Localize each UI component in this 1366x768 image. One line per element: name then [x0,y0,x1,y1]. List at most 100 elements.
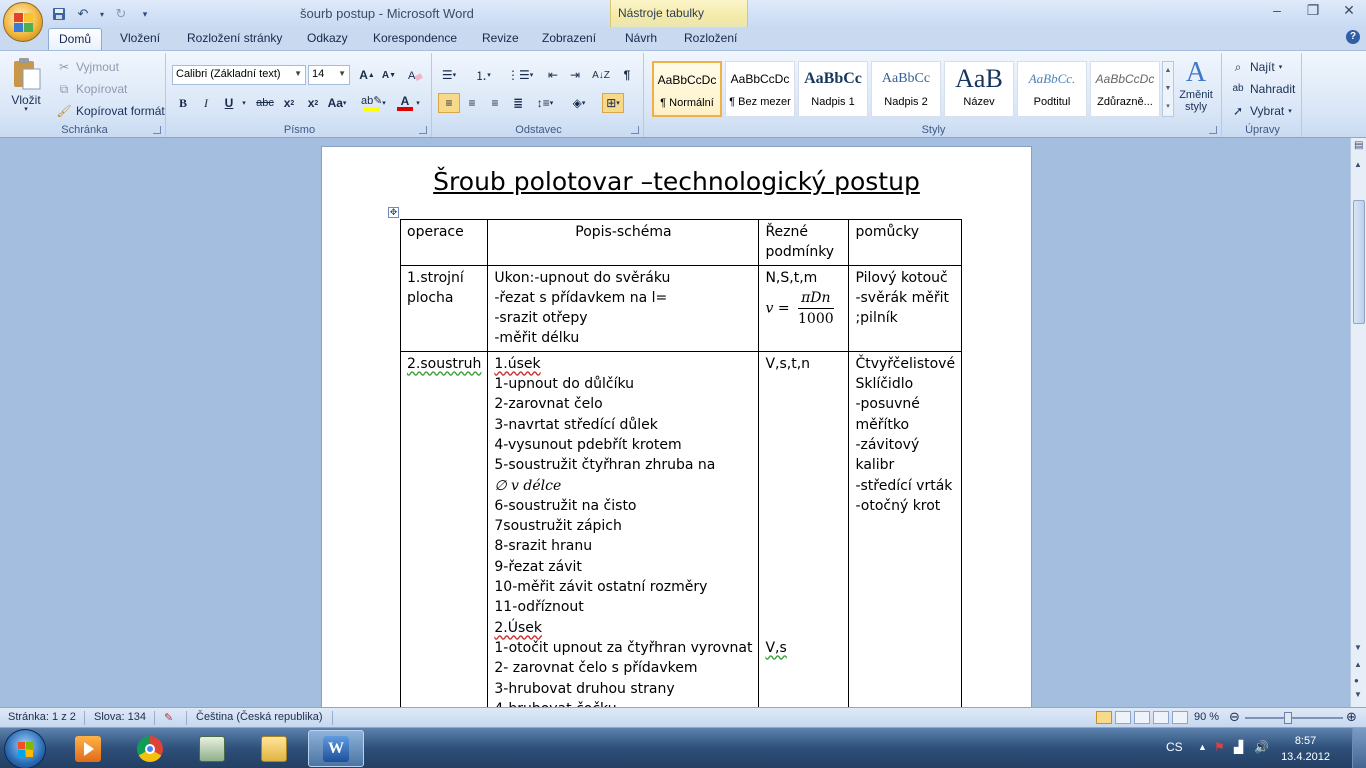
shrink-font-icon[interactable]: A ▼ [378,65,400,85]
tab-review[interactable]: Revize [482,31,519,45]
paragraph-launcher-icon[interactable] [631,126,639,134]
paste-button[interactable]: Vložit ▾ [10,57,42,113]
clock[interactable]: 8:57 13.4.2012 [1281,733,1330,765]
zoom-slider-thumb[interactable] [1284,712,1292,724]
format-painter-button[interactable]: 🖌 Kopírovat formát [56,103,164,119]
line-spacing-icon[interactable]: ↕≡ ▾ [534,93,556,113]
zoom-in-icon[interactable]: ⊕ [1346,709,1357,725]
show-hidden-icons-icon[interactable]: ▲ [1198,742,1207,752]
highlight-dropdown-icon[interactable]: ▾ [380,93,388,113]
undo-dropdown-icon[interactable]: ▾ [98,5,106,23]
header-cell-conditions[interactable]: Řezné podmínky [758,219,850,266]
page-count[interactable]: Stránka: 1 z 2 [8,711,76,723]
multilevel-list-icon[interactable]: ⋮☰ ▾ [506,65,534,85]
office-button[interactable] [3,2,43,42]
action-center-icon[interactable]: ⚑ [1214,740,1225,754]
style-normal[interactable]: AaBbCcDc ¶ Normální [652,61,722,117]
clipboard-launcher-icon[interactable] [153,126,161,134]
tab-references[interactable]: Odkazy [307,31,348,45]
underline-dropdown-icon[interactable]: ▾ [240,93,248,113]
styles-launcher-icon[interactable] [1209,126,1217,134]
ruler-toggle-icon[interactable]: ▤ [1354,140,1363,151]
row1-tools[interactable]: Pilový kotouč -svěrák měřit ;pilník [848,264,963,352]
increase-indent-icon[interactable]: ⇥ [564,65,586,85]
full-screen-reading-icon[interactable] [1115,711,1131,724]
copy-button[interactable]: ⧉ Kopírovat [56,81,128,97]
document-page[interactable]: Šroub polotovar –technologický postup ✥ … [321,146,1032,707]
document-heading[interactable]: Šroub polotovar –technologický postup [322,167,1031,196]
save-icon[interactable] [50,5,68,23]
help-icon[interactable]: ? [1346,30,1360,44]
styles-scroll[interactable]: ▲ ▼ ▾ [1162,61,1174,117]
tab-design[interactable]: Návrh [625,31,657,45]
header-cell-description[interactable]: Popis-schéma [487,219,760,266]
process-table[interactable]: operace Popis-schéma Řezné podmínky pomů… [399,219,963,707]
previous-page-icon[interactable]: ▲ [1354,660,1362,669]
clear-formatting-icon[interactable]: A [404,65,426,85]
tab-page-layout[interactable]: Rozložení stránky [187,31,282,45]
draft-icon[interactable] [1172,711,1188,724]
tab-layout[interactable]: Rozložení [684,31,737,45]
show-formatting-icon[interactable]: ¶ [616,65,638,85]
change-case-icon[interactable]: Aa ▾ [326,93,348,113]
style-subtitle[interactable]: AaBbCc. Podtitul [1017,61,1087,117]
tab-view[interactable]: Zobrazení [542,31,596,45]
vertical-scrollbar[interactable]: ▤ ▲ ▼ ▲ ● ▼ [1350,138,1366,707]
restore-icon[interactable]: ❐ [1306,2,1320,19]
numbering-icon[interactable]: ⒈ ▾ [472,65,494,85]
input-language[interactable]: CS [1166,740,1183,754]
align-center-icon[interactable]: ≡ [461,93,483,113]
taskbar-word[interactable]: W [308,730,364,767]
decrease-indent-icon[interactable]: ⇤ [542,65,564,85]
customize-qat-icon[interactable]: ▾ [136,5,154,23]
shading-icon[interactable]: ◈ ▾ [568,93,590,113]
tab-insert[interactable]: Vložení [120,31,160,45]
select-button[interactable]: ➚ Vybrat ▾ [1230,103,1292,119]
scroll-down-icon[interactable]: ▼ [1354,643,1362,652]
replace-button[interactable]: ab Nahradit [1230,81,1295,97]
row2-tools[interactable]: Čtvyřčelistové Sklíčidlo -posuvné měřítk… [848,350,963,707]
align-right-icon[interactable]: ≡ [484,93,506,113]
network-signal-icon[interactable]: ▟ [1234,740,1243,754]
style-no-spacing[interactable]: AaBbCcDc ¶ Bez mezer [725,61,795,117]
web-layout-icon[interactable] [1134,711,1150,724]
word-count[interactable]: Slova: 134 [94,711,146,723]
cut-button[interactable]: ✂ Vyjmout [56,59,119,75]
tab-mailings[interactable]: Korespondence [373,31,457,45]
language[interactable]: Čeština (Česká republika) [196,711,323,723]
start-button[interactable] [4,729,46,768]
browse-object-icon[interactable]: ● [1354,676,1359,685]
row2-operation[interactable]: 2.soustruh [399,350,489,707]
row2-description[interactable]: 1.úsek 1-upnout do důlčíku 2-zarovnat če… [487,350,760,707]
style-title[interactable]: AaB Název [944,61,1014,117]
superscript-icon[interactable]: x2 [302,93,324,113]
font-launcher-icon[interactable] [419,126,427,134]
italic-icon[interactable]: I [195,93,217,113]
taskbar-presentation[interactable] [184,730,240,767]
font-color-icon[interactable]: A [394,93,416,113]
undo-icon[interactable]: ↶ [74,5,92,23]
change-styles-button[interactable]: A Změnit styly [1176,57,1216,113]
row1-conditions[interactable]: N,S,t,m v = πDn 1000 [758,264,850,352]
align-left-icon[interactable]: ≡ [438,93,460,113]
taskbar-media-player[interactable] [60,730,116,767]
redo-icon[interactable]: ↻ [112,5,130,23]
taskbar-explorer[interactable] [246,730,302,767]
underline-icon[interactable]: U [218,93,240,113]
row1-operation[interactable]: 1.strojní plocha [399,264,489,352]
close-icon[interactable]: ✕ [1342,2,1356,19]
font-color-dropdown-icon[interactable]: ▾ [414,93,422,113]
row2-conditions[interactable]: V,s,t,n V,s [758,350,850,707]
outline-icon[interactable] [1153,711,1169,724]
tab-home[interactable]: Domů [48,28,103,51]
find-button[interactable]: ⌕ Najít ▾ [1230,59,1283,75]
scroll-up-icon[interactable]: ▲ [1354,160,1362,169]
borders-icon[interactable]: ⊞ ▾ [602,93,624,113]
minimize-icon[interactable]: – [1270,2,1284,19]
subscript-icon[interactable]: x2 [278,93,300,113]
bold-icon[interactable]: B [172,93,194,113]
row1-description[interactable]: Ukon:-upnout do svěráku -řezat s přídavk… [487,264,760,352]
zoom-slider[interactable] [1245,717,1343,719]
header-cell-operation[interactable]: operace [399,219,489,266]
font-size-combo[interactable]: 14 ▼ [308,65,350,85]
